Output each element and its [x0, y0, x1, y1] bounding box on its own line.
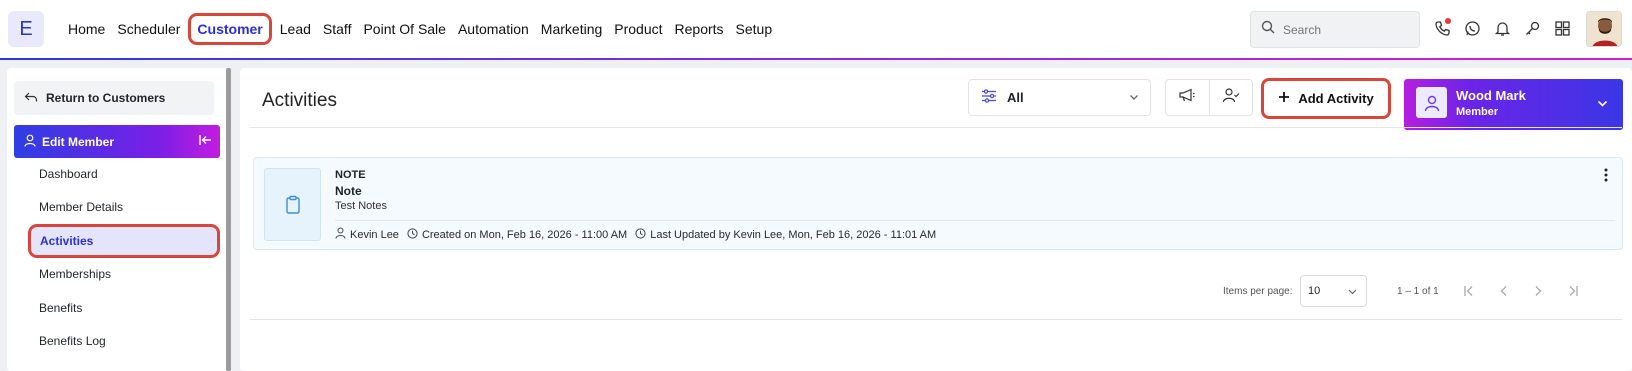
user-icon: [24, 134, 36, 150]
key-icon[interactable]: [1522, 18, 1542, 38]
topbar-accent-line: [0, 58, 1632, 60]
user-avatar[interactable]: [1586, 11, 1622, 47]
page-range: 1 – 1 of 1: [1397, 286, 1439, 297]
activity-card[interactable]: NOTE Note Test Notes Kevin Lee Created o…: [253, 157, 1623, 250]
member-name: Wood Mark: [1456, 88, 1526, 103]
main-panel: Activities All Add Activity Wood Mark Me…: [240, 68, 1632, 371]
activity-icon-buttons: [1165, 79, 1253, 116]
plus-icon: [1278, 91, 1290, 106]
nav-setup[interactable]: Setup: [730, 16, 779, 42]
filter-value: All: [1007, 90, 1024, 105]
sidebar-scrollbar[interactable]: [226, 68, 231, 371]
activity-meta: Kevin Lee Created on Mon, Feb 16, 2026 -…: [335, 227, 936, 242]
activity-created: Created on Mon, Feb 16, 2026 - 11:00 AM: [421, 228, 628, 241]
sidebar-item-benefits-log[interactable]: Benefits Log: [39, 334, 106, 348]
filter-sliders-icon: [981, 89, 997, 106]
phone-icon[interactable]: [1432, 18, 1452, 38]
activity-divider: [335, 220, 1615, 221]
sidebar-item-dashboard[interactable]: Dashboard: [39, 167, 98, 181]
collapse-sidebar-icon[interactable]: [198, 133, 212, 150]
nav-marketing[interactable]: Marketing: [535, 16, 608, 42]
header-divider: [250, 127, 1622, 128]
sidebar-item-memberships[interactable]: Memberships: [39, 267, 111, 281]
announce-button[interactable]: [1166, 80, 1209, 115]
activity-type: NOTE: [335, 169, 366, 181]
nav-customer[interactable]: Customer: [188, 13, 272, 45]
megaphone-icon: [1178, 87, 1196, 108]
sidebar-item-member-details[interactable]: Member Details: [39, 200, 123, 214]
member-switcher[interactable]: Wood Mark Member: [1404, 79, 1623, 130]
nav-point-of-sale[interactable]: Point Of Sale: [357, 16, 452, 42]
items-per-page-label: Items per page:: [1223, 286, 1293, 297]
member-avatar: [1416, 87, 1447, 118]
clock-icon: [635, 227, 646, 242]
nav-scheduler[interactable]: Scheduler: [111, 16, 186, 42]
prev-page-icon[interactable]: [1496, 283, 1512, 299]
pager-divider: [250, 319, 1622, 320]
add-activity-button[interactable]: Add Activity: [1261, 78, 1391, 119]
chevron-down-icon: [1596, 97, 1609, 115]
items-per-page-select[interactable]: 10: [1300, 275, 1367, 307]
return-to-customers-link[interactable]: Return to Customers: [14, 81, 214, 115]
back-arrow-icon: [24, 91, 38, 106]
search-input[interactable]: [1283, 22, 1403, 37]
main-nav: Home Scheduler Customer Lead Staff Point…: [62, 0, 778, 58]
grid-icon[interactable]: [1552, 18, 1572, 38]
user-check-icon: [1222, 87, 1240, 108]
app-logo[interactable]: E: [8, 11, 44, 47]
paginator: Items per page: 10 1 – 1 of 1: [240, 275, 1632, 309]
activity-body: Test Notes: [335, 200, 387, 212]
first-page-icon[interactable]: [1462, 283, 1478, 299]
member-role: Member: [1456, 106, 1499, 118]
clipboard-icon: [264, 168, 321, 241]
next-page-icon[interactable]: [1530, 283, 1546, 299]
top-icons: [1432, 18, 1572, 38]
search-box[interactable]: [1250, 11, 1420, 48]
add-activity-label: Add Activity: [1298, 91, 1374, 106]
activity-title: Note: [335, 184, 362, 198]
bell-icon[interactable]: [1492, 18, 1512, 38]
last-page-icon[interactable]: [1564, 283, 1580, 299]
activity-author: Kevin Lee: [350, 228, 399, 241]
activity-filter-select[interactable]: All: [968, 79, 1151, 116]
more-vert-icon[interactable]: [1604, 168, 1608, 187]
member-sidebar: Return to Customers Edit Member Dashboar…: [7, 68, 231, 371]
items-per-page-value: 10: [1308, 285, 1321, 297]
sidebar-item-benefits[interactable]: Benefits: [39, 301, 82, 315]
edit-member-label: Edit Member: [42, 134, 115, 149]
whatsapp-icon[interactable]: [1462, 18, 1482, 38]
sidebar-item-activities[interactable]: Activities: [28, 224, 220, 258]
nav-staff[interactable]: Staff: [317, 16, 358, 42]
nav-reports[interactable]: Reports: [669, 16, 730, 42]
clock-icon: [407, 227, 418, 242]
nav-automation[interactable]: Automation: [452, 16, 535, 42]
page-buttons: [1462, 283, 1580, 299]
nav-home[interactable]: Home: [62, 16, 111, 42]
chevron-down-icon: [1347, 286, 1358, 300]
nav-lead[interactable]: Lead: [274, 16, 317, 42]
chevron-down-icon: [1128, 91, 1140, 106]
user-icon: [335, 227, 346, 242]
nav-product[interactable]: Product: [608, 16, 668, 42]
assign-user-button[interactable]: [1208, 80, 1253, 115]
top-navbar: E Home Scheduler Customer Lead Staff Poi…: [0, 0, 1632, 58]
return-label: Return to Customers: [46, 91, 166, 105]
activity-updated: Last Updated by Kevin Lee, Mon, Feb 16, …: [650, 228, 937, 241]
search-icon: [1261, 20, 1275, 39]
page-title: Activities: [262, 90, 337, 111]
edit-member-header: Edit Member: [14, 125, 220, 158]
